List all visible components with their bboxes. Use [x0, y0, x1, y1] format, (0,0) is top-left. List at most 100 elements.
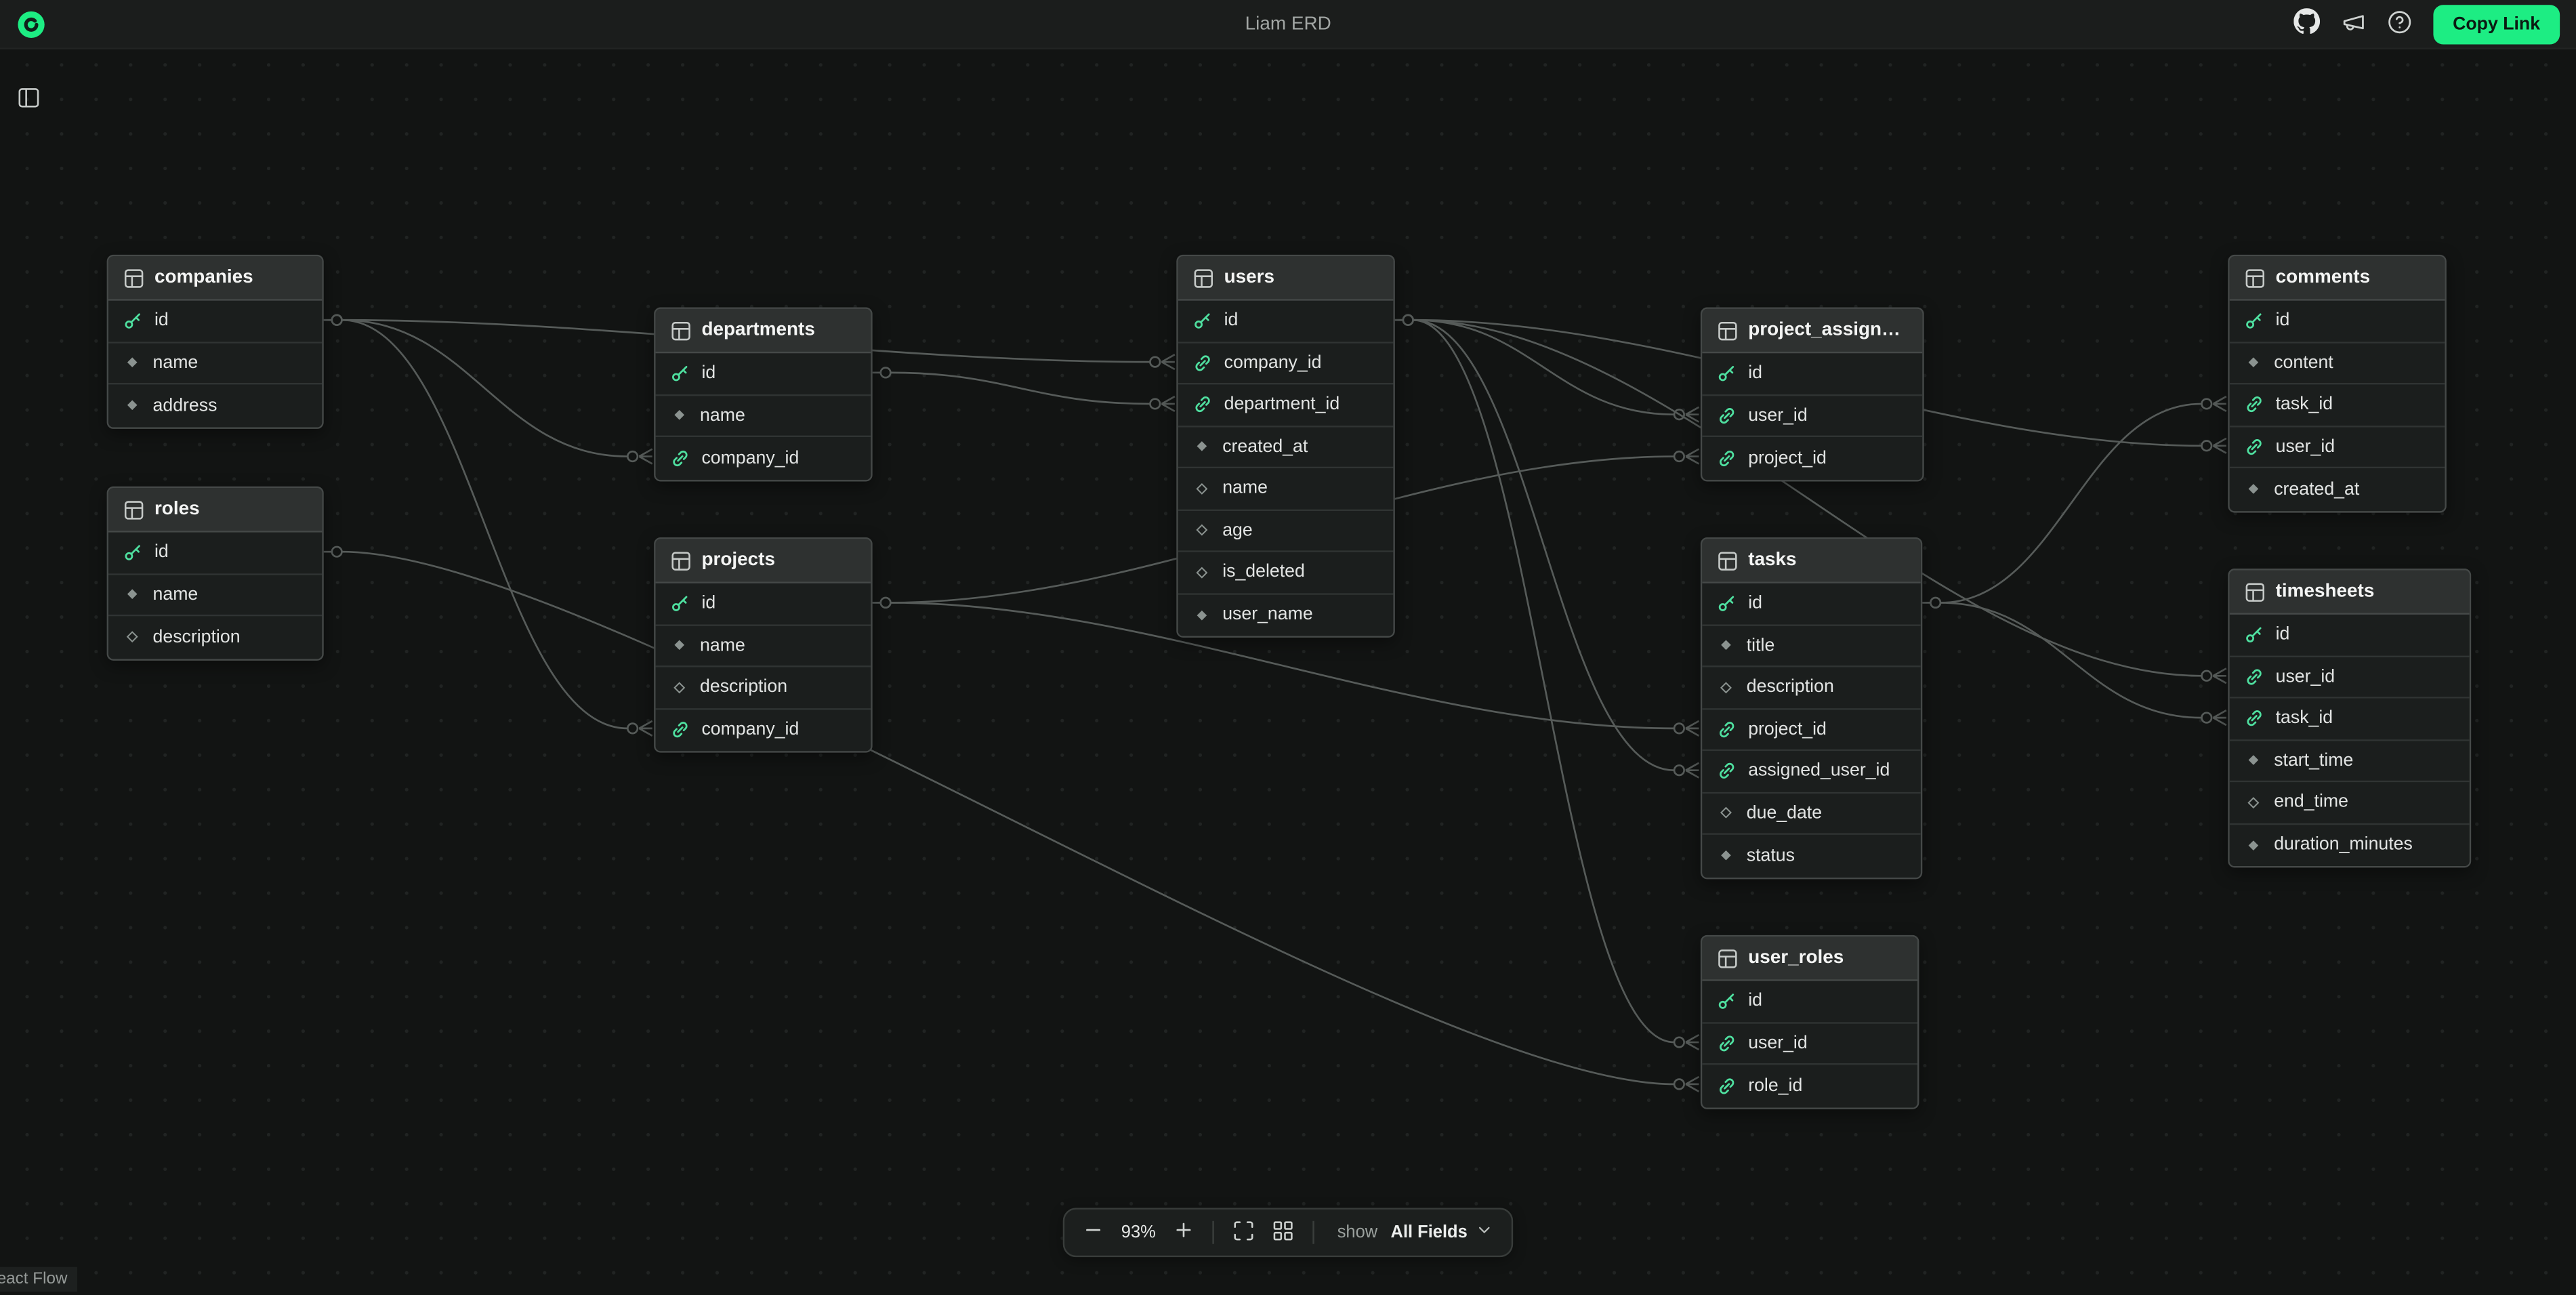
column-tasks-title[interactable]: title — [1702, 625, 1921, 667]
column-departments-id[interactable]: id — [656, 353, 871, 395]
diamond-filled-icon — [123, 354, 142, 372]
column-tasks-status[interactable]: status — [1702, 835, 1921, 877]
tidy-up-button[interactable] — [1268, 1215, 1298, 1250]
table-header-companies[interactable]: companies — [108, 256, 322, 300]
zoom-in-button[interactable] — [1169, 1216, 1197, 1250]
column-projects-name[interactable]: name — [656, 625, 871, 667]
column-timesheets-id[interactable]: id — [2230, 615, 2470, 657]
table-project_assignments[interactable]: project_assignme...iduser_idproject_id — [1701, 307, 1924, 480]
table-departments[interactable]: departmentsidnamecompany_id — [654, 307, 873, 480]
column-tasks-id[interactable]: id — [1702, 583, 1921, 625]
sidebar-toggle-button[interactable] — [10, 79, 48, 121]
table-projects[interactable]: projectsidname description company_id — [654, 537, 873, 753]
column-user_roles-id[interactable]: id — [1702, 981, 1917, 1023]
column-name: description — [700, 678, 787, 697]
table-header-timesheets[interactable]: timesheets — [2230, 570, 2470, 614]
column-roles-description[interactable]: description — [108, 616, 322, 658]
column-timesheets-task_id[interactable]: task_id — [2230, 699, 2470, 741]
column-name: name — [153, 585, 199, 604]
column-comments-user_id[interactable]: user_id — [2230, 426, 2445, 468]
column-users-age[interactable]: age — [1178, 510, 1394, 552]
table-header-departments[interactable]: departments — [656, 309, 871, 353]
table-user_roles[interactable]: user_rolesiduser_idrole_id — [1701, 935, 1919, 1109]
table-timesheets[interactable]: timesheetsiduser_idtask_id start_time end_… — [2228, 569, 2471, 867]
diamond-outline-icon — [1193, 479, 1211, 497]
table-roles[interactable]: rolesid name description — [107, 487, 324, 660]
column-timesheets-end_time[interactable]: end_time — [2230, 782, 2470, 824]
table-header-comments[interactable]: comments — [2230, 256, 2445, 300]
key-icon — [670, 594, 690, 613]
github-button[interactable] — [2293, 8, 2320, 39]
column-timesheets-start_time[interactable]: start_time — [2230, 740, 2470, 782]
edge-companies.id-to-departments.company_id — [324, 315, 652, 464]
column-project_assignments-user_id[interactable]: user_id — [1702, 395, 1922, 437]
table-users[interactable]: users idcompany_iddepartment_idcreated_at… — [1176, 255, 1395, 638]
column-project_assignments-project_id[interactable]: project_id — [1702, 437, 1922, 479]
column-roles-id[interactable]: id — [108, 533, 322, 575]
column-projects-description[interactable]: description — [656, 667, 871, 710]
column-user_roles-user_id[interactable]: user_id — [1702, 1023, 1917, 1065]
column-name: start_time — [2274, 751, 2353, 770]
table-header-roles[interactable]: roles — [108, 488, 322, 532]
copy-link-button[interactable]: Copy Link — [2433, 4, 2560, 43]
column-name: assigned_user_id — [1748, 761, 1890, 781]
megaphone-icon — [2341, 9, 2365, 39]
table-tasks[interactable]: tasks idtitledescriptionproject_idassigne… — [1701, 537, 1922, 878]
column-comments-content[interactable]: content — [2230, 343, 2445, 385]
column-projects-id[interactable]: id — [656, 583, 871, 625]
column-users-name[interactable]: name — [1178, 468, 1394, 510]
column-departments-company_id[interactable]: company_id — [656, 437, 871, 479]
table-comments[interactable]: commentsidcontenttask_iduser_idcreated_a… — [2228, 255, 2447, 512]
table-header-user_roles[interactable]: user_roles — [1702, 937, 1917, 981]
fit-view-button[interactable] — [1229, 1215, 1259, 1250]
column-companies-name[interactable]: name — [108, 343, 322, 385]
diamond-outline-icon — [2245, 794, 2263, 812]
column-tasks-project_id[interactable]: project_id — [1702, 709, 1921, 751]
liam-logo[interactable] — [16, 9, 46, 39]
key-icon — [123, 543, 143, 562]
column-users-created_at[interactable]: created_at — [1178, 426, 1394, 468]
fields-filter-dropdown[interactable]: All Fields — [1388, 1214, 1497, 1250]
column-comments-created_at[interactable]: created_at — [2230, 468, 2445, 510]
liam-erd-app: 93% show All Fields React Flow companies… — [0, 0, 2576, 1295]
column-comments-task_id[interactable]: task_id — [2230, 384, 2445, 426]
table-title: tasks — [1748, 550, 1796, 570]
diamond-filled-icon — [2245, 480, 2263, 499]
column-roles-name[interactable]: name — [108, 575, 322, 617]
reactflow-attribution[interactable]: React Flow — [0, 1267, 77, 1292]
diamond-outline-icon — [1193, 563, 1211, 581]
column-comments-id[interactable]: id — [2230, 301, 2445, 343]
table-header-project_assignments[interactable]: project_assignme... — [1702, 309, 1922, 353]
announcements-button[interactable] — [2341, 9, 2365, 39]
column-users-is_deleted[interactable]: is_deleted — [1178, 552, 1394, 594]
key-icon — [2245, 625, 2264, 644]
column-projects-company_id[interactable]: company_id — [656, 709, 871, 751]
column-departments-name[interactable]: name — [656, 395, 871, 437]
edge-users.id-to-project_assignments.user_id — [1395, 315, 1699, 422]
column-users-company_id[interactable]: company_id — [1178, 343, 1394, 385]
column-companies-address[interactable]: address — [108, 384, 322, 426]
help-button[interactable] — [2387, 9, 2411, 39]
table-companies[interactable]: companiesidnameaddress — [107, 255, 324, 428]
table-header-users[interactable]: users — [1178, 256, 1394, 300]
column-tasks-assigned_user_id[interactable]: assigned_user_id — [1702, 751, 1921, 793]
diamond-filled-icon — [123, 396, 142, 415]
column-timesheets-user_id[interactable]: user_id — [2230, 657, 2470, 699]
table-title: users — [1224, 268, 1274, 287]
link-icon — [1717, 1033, 1737, 1053]
column-project_assignments-id[interactable]: id — [1702, 353, 1922, 395]
column-companies-id[interactable]: id — [108, 301, 322, 343]
column-users-department_id[interactable]: department_id — [1178, 384, 1394, 426]
zoom-out-button[interactable] — [1079, 1216, 1107, 1250]
column-user_roles-role_id[interactable]: role_id — [1702, 1065, 1917, 1107]
toolbar-divider — [1212, 1221, 1213, 1244]
table-header-tasks[interactable]: tasks — [1702, 539, 1921, 583]
column-timesheets-duration_minutes[interactable]: duration_minutes — [2230, 824, 2470, 866]
column-tasks-description[interactable]: description — [1702, 667, 1921, 710]
header-actions: Copy Link — [2293, 4, 2560, 43]
column-tasks-due_date[interactable]: due_date — [1702, 793, 1921, 835]
column-users-id[interactable]: id — [1178, 301, 1394, 343]
table-header-projects[interactable]: projects — [656, 539, 871, 583]
column-users-user_name[interactable]: user_name — [1178, 594, 1394, 636]
erd-canvas[interactable]: 93% show All Fields React Flow companies… — [0, 0, 2576, 1295]
